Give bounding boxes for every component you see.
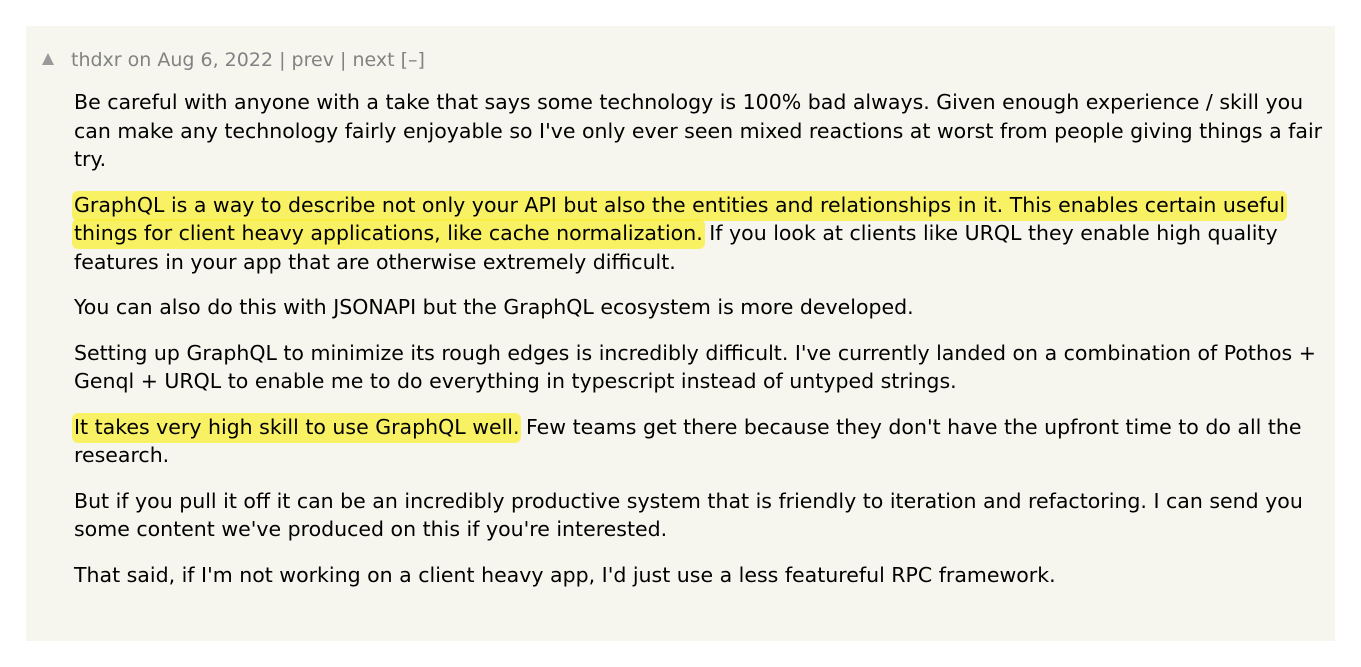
separator: | xyxy=(339,49,347,71)
upvote-triangle-icon[interactable] xyxy=(42,53,54,65)
comment-paragraph-1: Be careful with anyone with a take that … xyxy=(74,90,1323,171)
collapse-toggle[interactable]: [–] xyxy=(401,49,425,71)
on-word: on xyxy=(127,49,152,71)
prev-link[interactable]: prev xyxy=(292,49,334,71)
separator: | xyxy=(279,49,286,71)
next-link[interactable]: next xyxy=(352,49,394,71)
comment-paragraph-2: GraphQL is a way to describe not only yo… xyxy=(72,190,1324,277)
comment-paragraph-4: Setting up GraphQL to minimize its rough… xyxy=(74,340,1316,394)
comment-paragraph-6: But if you pull it off it can be an incr… xyxy=(74,488,1303,542)
comment-paragraph-5: It takes very high skill to use GraphQL … xyxy=(72,412,1324,470)
author-link[interactable]: thdxr xyxy=(71,49,122,71)
comment-text: Be careful with anyone with a take that … xyxy=(72,88,1324,606)
highlighted-text: It takes very high skill to use GraphQL … xyxy=(72,412,522,443)
comment-paragraph-3: You can also do this with JSONAPI but th… xyxy=(74,295,914,319)
comment-date-link[interactable]: Aug 6, 2022 xyxy=(157,49,273,71)
comment-container: thdxr on Aug 6, 2022 | prev | next [–] B… xyxy=(26,26,1335,641)
comment-paragraph-7: That said, if I'm not working on a clien… xyxy=(74,562,1056,587)
comment-meta: thdxr on Aug 6, 2022 | prev | next [–] xyxy=(42,48,425,72)
